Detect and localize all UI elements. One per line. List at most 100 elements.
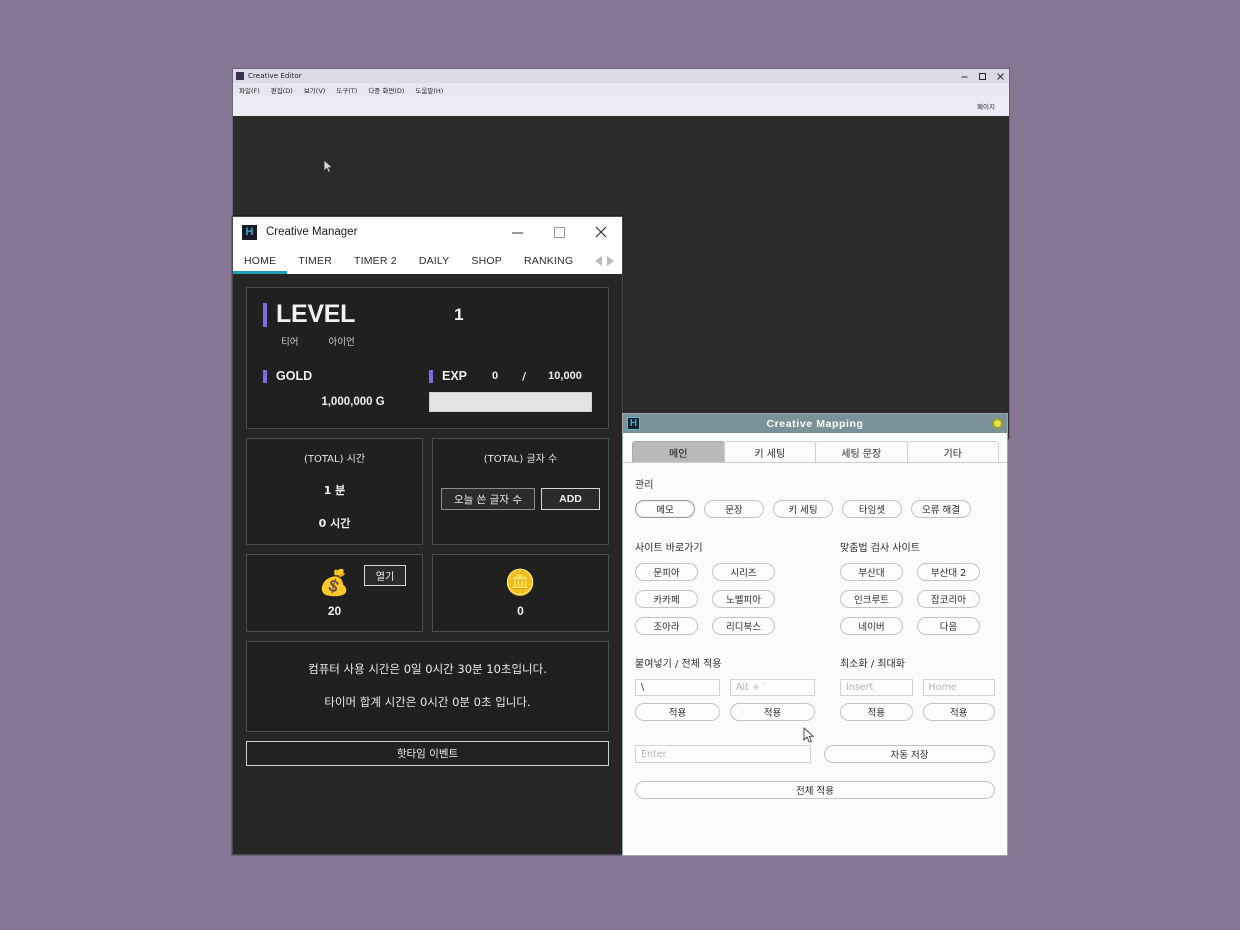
mapping-window-title: Creative Mapping — [766, 417, 864, 430]
mapping-tab-main[interactable]: 메인 — [632, 441, 725, 462]
tab-home[interactable]: HOME — [233, 247, 288, 274]
menu-item-edit[interactable]: 편집(D) — [271, 85, 293, 95]
paste-key-input[interactable]: \ — [635, 679, 720, 696]
tier-value: 아이언 — [328, 337, 355, 348]
hotkeys-window-inputs: Insert Home — [840, 679, 995, 696]
mapping-close-button[interactable] — [992, 418, 1003, 429]
spellcheck-jobkorea-button[interactable]: 잡코리아 — [917, 590, 980, 608]
mapping-app-icon: H — [627, 417, 640, 430]
autosave-button[interactable]: 자동 저장 — [824, 745, 995, 763]
editor-window-controls — [955, 69, 1009, 83]
apply-applyall-button[interactable]: 적용 — [730, 703, 815, 721]
gold-amount: 1,000,000 G — [321, 396, 385, 408]
total-time-panel: (TOTAL) 시간 1 분 0 시간 — [246, 438, 423, 545]
editor-close-button[interactable] — [991, 69, 1009, 83]
manage-buttons-row: 메모 문장 키 세팅 타임셋 오류 해결 — [635, 500, 995, 518]
spellcheck-pnu2-button[interactable]: 부산대 2 — [917, 563, 980, 581]
site-joara-button[interactable]: 조아라 — [635, 617, 698, 635]
level-label: LEVEL — [276, 300, 356, 328]
menu-item-multiscreen[interactable]: 다중 화면(D) — [368, 85, 404, 95]
exp-progress-bar — [429, 392, 592, 412]
site-ridibooks-button[interactable]: 리디북스 — [712, 617, 775, 635]
hotkeys-window-apply: 적용 적용 — [840, 703, 995, 721]
money-bag-count: 20 — [327, 604, 342, 618]
menu-item-view[interactable]: 보기(V) — [304, 85, 325, 95]
daily-chars-input[interactable]: 오늘 쓴 글자 수 — [441, 488, 535, 510]
mapping-tab-key-setting[interactable]: 키 세팅 — [723, 441, 816, 462]
manager-window-controls — [496, 217, 622, 247]
maximize-key-input[interactable]: Home — [922, 679, 995, 696]
manager-minimize-button[interactable] — [496, 217, 538, 247]
spellcheck-daum-button[interactable]: 다음 — [917, 617, 980, 635]
spellcheck-naver-button[interactable]: 네이버 — [840, 617, 903, 635]
manager-maximize-button[interactable] — [538, 217, 580, 247]
exp-current-value: 0 — [492, 370, 499, 382]
mapping-tab-setting-sentence[interactable]: 세팅 문장 — [815, 441, 908, 462]
timer-total-message: 타이머 합계 시간은 0시간 0분 0초 입니다. — [324, 695, 531, 709]
apply-maximize-button[interactable]: 적용 — [922, 703, 995, 721]
enter-key-input[interactable]: Enter — [635, 745, 811, 763]
manager-close-button[interactable] — [580, 217, 622, 247]
chars-controls: 오늘 쓴 글자 수 ADD — [433, 488, 608, 510]
spellcheck-incruit-button[interactable]: 인크루트 — [840, 590, 903, 608]
tab-daily[interactable]: DAILY — [408, 247, 461, 274]
manage-memo-button[interactable]: 메모 — [635, 500, 695, 518]
tab-timer-2[interactable]: TIMER 2 — [343, 247, 408, 274]
total-time-hours: 0 시간 — [318, 517, 351, 530]
level-value: 1 — [454, 304, 464, 324]
exp-max-value: 10,000 — [548, 370, 582, 382]
site-novelpia-button[interactable]: 노벨피아 — [712, 590, 775, 608]
spellcheck-label: 맞춤법 검사 사이트 — [840, 543, 920, 554]
pc-usage-message: 컴퓨터 사용 시간은 0일 0시간 30분 10초입니다. — [308, 662, 547, 676]
mapping-titlebar[interactable]: H Creative Mapping — [623, 414, 1007, 433]
editor-window-title: Creative Editor — [248, 72, 302, 80]
spellcheck-pnu-button[interactable]: 부산대 — [840, 563, 903, 581]
apply-all-button[interactable]: 전체 적용 — [635, 781, 995, 799]
hotkeys-paste-apply: 적용 적용 — [635, 703, 815, 721]
applyall-key-input[interactable]: Alt + ` — [730, 679, 815, 696]
hottime-event-button[interactable]: 핫타임 이벤트 — [246, 741, 609, 766]
gold-bars-count: 0 — [517, 604, 524, 618]
open-button[interactable]: 열기 — [364, 565, 406, 586]
total-time-minutes: 1 분 — [323, 484, 346, 497]
exp-separator: / — [522, 369, 527, 383]
editor-minimize-button[interactable] — [955, 69, 973, 83]
minimize-key-input[interactable]: Insert — [840, 679, 913, 696]
total-time-title: (TOTAL) 시간 — [303, 454, 366, 465]
site-kakaopage-button[interactable]: 카카페 — [635, 590, 698, 608]
manage-timeset-button[interactable]: 타임셋 — [842, 500, 902, 518]
editor-page-label: 페이지 — [977, 103, 995, 111]
editor-maximize-button[interactable] — [973, 69, 991, 83]
exp-header: EXP 0 / 10,000 — [429, 369, 592, 383]
apply-minimize-button[interactable]: 적용 — [840, 703, 913, 721]
menu-item-tools[interactable]: 도구(T) — [336, 85, 357, 95]
menu-item-file[interactable]: 파일(F) — [239, 85, 260, 95]
gold-bars-panel: 🪙 0 — [432, 554, 609, 632]
mapping-tabbar: 메인 키 세팅 세팅 문장 기타 — [623, 433, 1007, 463]
bottom-controls-row: Enter 자동 저장 — [635, 745, 995, 763]
level-accent-bar — [263, 302, 267, 327]
mapping-tab-etc[interactable]: 기타 — [906, 441, 999, 462]
site-munpia-button[interactable]: 문피아 — [635, 563, 698, 581]
menu-item-help[interactable]: 도움말(H) — [415, 85, 443, 95]
site-series-button[interactable]: 시리즈 — [712, 563, 775, 581]
add-chars-button[interactable]: ADD — [541, 488, 600, 510]
tier-label: 티어 — [281, 337, 299, 348]
arrow-left-icon[interactable] — [595, 255, 602, 266]
level-header-row: LEVEL 1 — [263, 302, 592, 327]
manage-key-setting-button[interactable]: 키 세팅 — [773, 500, 833, 518]
tab-timer[interactable]: TIMER — [287, 247, 343, 274]
manage-sentence-button[interactable]: 문장 — [704, 500, 764, 518]
editor-titlebar[interactable]: Creative Editor — [233, 69, 1009, 83]
manage-error-fix-button[interactable]: 오류 해결 — [911, 500, 971, 518]
hotkeys-paste-inputs: \ Alt + ` — [635, 679, 815, 696]
tab-shop[interactable]: SHOP — [460, 247, 513, 274]
apply-paste-button[interactable]: 적용 — [635, 703, 720, 721]
gold-exp-value-row: 1,000,000 G — [263, 392, 592, 412]
arrow-right-icon[interactable] — [607, 255, 614, 266]
site-shortcuts-label: 사이트 바로가기 — [635, 543, 703, 554]
manager-app-icon: H — [242, 224, 257, 240]
manager-window-title: Creative Manager — [266, 226, 358, 238]
tab-ranking[interactable]: RANKING — [513, 247, 584, 274]
manager-titlebar[interactable]: H Creative Manager — [233, 217, 622, 247]
